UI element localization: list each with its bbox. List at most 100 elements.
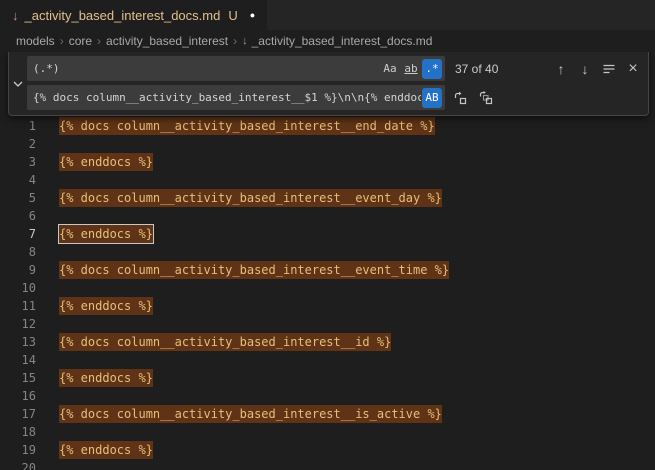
find-match: {% docs column__activity_based_interest_…: [59, 117, 435, 135]
line-content: [36, 387, 59, 405]
match-case-toggle[interactable]: Aa: [380, 59, 400, 79]
replace-button[interactable]: [449, 87, 471, 109]
find-match: {% enddocs %}: [59, 153, 153, 171]
find-match: {% enddocs %}: [59, 297, 153, 315]
tab-activity-based-interest-docs[interactable]: ↓ _activity_based_interest_docs.md U ●: [0, 0, 268, 30]
match-count: 37 of 40: [455, 62, 498, 76]
tab-bar: ↓ _activity_based_interest_docs.md U ●: [0, 0, 655, 30]
line-content: {% docs column__activity_based_interest_…: [36, 117, 435, 135]
breadcrumb: models›core›activity_based_interest›↓_ac…: [0, 30, 655, 52]
replace-all-button[interactable]: [475, 87, 497, 109]
toggle-replace-button[interactable]: [9, 52, 27, 115]
line-content: [36, 351, 59, 369]
breadcrumb-item-label: models: [16, 34, 55, 48]
code-line[interactable]: 4: [0, 171, 655, 189]
find-input[interactable]: (.*) Aa ab .*: [27, 56, 445, 81]
chevron-down-icon: [12, 78, 24, 90]
find-match: {% enddocs %}: [59, 441, 153, 459]
editor[interactable]: 1{% docs column__activity_based_interest…: [0, 52, 655, 470]
code-line[interactable]: 10: [0, 279, 655, 297]
line-number: 11: [0, 297, 36, 315]
line-number: 8: [0, 243, 36, 261]
find-row: (.*) Aa ab .* 37 of 40 ↑ ↓: [27, 56, 644, 81]
line-number: 9: [0, 261, 36, 279]
line-number: 7: [0, 225, 36, 243]
code-line[interactable]: 3{% enddocs %}: [0, 153, 655, 171]
line-number: 17: [0, 405, 36, 423]
code-line[interactable]: 18: [0, 423, 655, 441]
code-line[interactable]: 1{% docs column__activity_based_interest…: [0, 117, 655, 135]
line-content: {% enddocs %}: [36, 369, 153, 387]
regex-toggle[interactable]: .*: [422, 59, 442, 79]
line-content: [36, 279, 59, 297]
find-in-selection-button[interactable]: [598, 58, 620, 80]
line-content: [36, 243, 59, 261]
line-content: {% enddocs %}: [36, 153, 153, 171]
line-number: 5: [0, 189, 36, 207]
line-content: [36, 135, 59, 153]
line-number: 4: [0, 171, 36, 189]
code-line[interactable]: 14: [0, 351, 655, 369]
line-number: 12: [0, 315, 36, 333]
breadcrumb-separator: ›: [233, 34, 237, 48]
find-replace-widget: (.*) Aa ab .* 37 of 40 ↑ ↓: [8, 52, 649, 116]
close-icon[interactable]: ×: [622, 58, 644, 80]
code-line[interactable]: 11 {% enddocs %}: [0, 297, 655, 315]
line-content: [36, 315, 59, 333]
breadcrumb-item[interactable]: models: [16, 34, 55, 48]
whole-word-toggle[interactable]: ab: [401, 59, 421, 79]
line-content: [36, 423, 59, 441]
find-widget-rows: (.*) Aa ab .* 37 of 40 ↑ ↓: [27, 52, 648, 115]
code-line[interactable]: 7 {% enddocs %}: [0, 225, 655, 243]
line-content: {% enddocs %}: [36, 225, 153, 243]
breadcrumb-item[interactable]: ↓_activity_based_interest_docs.md: [242, 34, 432, 48]
git-status-badge: U: [228, 8, 237, 23]
vscode-window: ↓ _activity_based_interest_docs.md U ● m…: [0, 0, 655, 470]
code-line[interactable]: 15{% enddocs %}: [0, 369, 655, 387]
replace-input-value[interactable]: {% docs column__activity_based_interest_…: [33, 91, 421, 104]
breadcrumb-item-label: core: [69, 34, 92, 48]
line-content: [36, 207, 59, 225]
line-number: 10: [0, 279, 36, 297]
markdown-file-icon: ↓: [12, 9, 19, 22]
replace-row: {% docs column__activity_based_interest_…: [27, 85, 644, 110]
breadcrumb-item[interactable]: activity_based_interest: [106, 34, 228, 48]
line-number: 16: [0, 387, 36, 405]
markdown-file-icon: ↓: [242, 35, 248, 47]
replace-input[interactable]: {% docs column__activity_based_interest_…: [27, 85, 445, 110]
code-line[interactable]: 8: [0, 243, 655, 261]
line-number: 6: [0, 207, 36, 225]
code-line[interactable]: 20: [0, 459, 655, 470]
line-number: 15: [0, 369, 36, 387]
line-content: {% docs column__activity_based_interest_…: [36, 261, 449, 279]
find-match: {% docs column__activity_based_interest_…: [59, 405, 442, 423]
breadcrumb-item[interactable]: core: [69, 34, 92, 48]
find-input-value[interactable]: (.*): [33, 62, 379, 75]
line-content: {% enddocs %}: [36, 441, 153, 459]
code-line[interactable]: 9 {% docs column__activity_based_interest…: [0, 261, 655, 279]
find-row-actions: ↑ ↓ ×: [550, 58, 644, 80]
line-number: 20: [0, 459, 36, 470]
breadcrumb-separator: ›: [60, 34, 64, 48]
line-content: [36, 171, 59, 189]
find-match: {% docs column__activity_based_interest_…: [59, 189, 442, 207]
code-line[interactable]: 12: [0, 315, 655, 333]
preserve-case-toggle[interactable]: AB: [422, 88, 442, 108]
line-number: 19: [0, 441, 36, 459]
modified-dot-icon[interactable]: ●: [250, 10, 255, 20]
code-line[interactable]: 6: [0, 207, 655, 225]
find-match: {% docs column__activity_based_interest_…: [59, 261, 449, 279]
line-number: 2: [0, 135, 36, 153]
previous-match-button[interactable]: ↑: [550, 58, 572, 80]
code-line[interactable]: 19 {% enddocs %}: [0, 441, 655, 459]
find-match-current: {% enddocs %}: [59, 225, 153, 243]
code-line[interactable]: 13{% docs column__activity_based_interes…: [0, 333, 655, 351]
code-line[interactable]: 16: [0, 387, 655, 405]
next-match-button[interactable]: ↓: [574, 58, 596, 80]
code-line[interactable]: 2: [0, 135, 655, 153]
line-content: {% docs column__activity_based_interest_…: [36, 189, 442, 207]
code-line[interactable]: 17 {% docs column__activity_based_interes…: [0, 405, 655, 423]
line-content: {% enddocs %}: [36, 297, 153, 315]
code-line[interactable]: 5 {% docs column__activity_based_interest…: [0, 189, 655, 207]
line-number: 18: [0, 423, 36, 441]
